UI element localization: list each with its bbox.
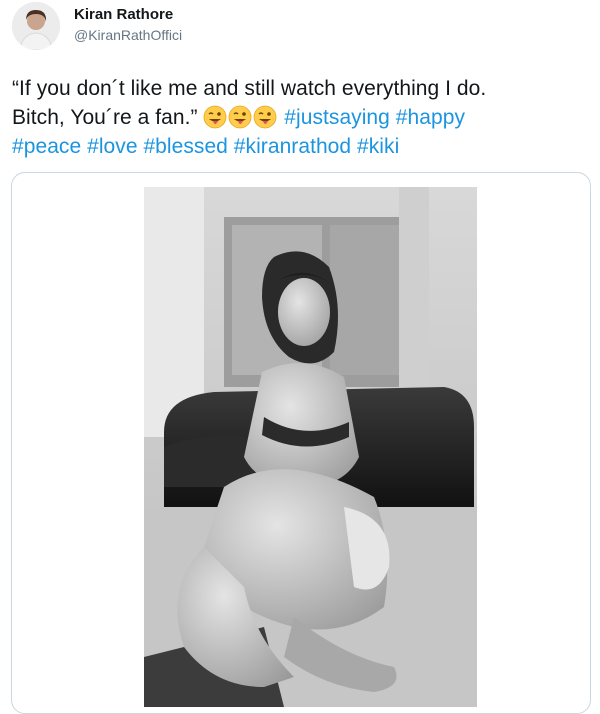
- media-card: [11, 172, 591, 714]
- hashtag-kiranrathod[interactable]: #kiranrathod: [234, 135, 351, 158]
- tweet-line-3: #peace #love #blessed #kiranrathod #kiki: [12, 132, 592, 161]
- tweet-photo[interactable]: [144, 187, 477, 707]
- tweet-text: “If you don´t like me and still watch ev…: [12, 74, 592, 161]
- winking-tongue-face-icon: [228, 105, 252, 129]
- tweet-line-1: “If you don´t like me and still watch ev…: [12, 77, 487, 100]
- hashtag-happy[interactable]: #happy: [396, 106, 465, 129]
- black-and-white-photo-icon: [144, 187, 477, 707]
- avatar[interactable]: [12, 2, 60, 50]
- tweet-text-fragment: Bitch, You´re a fan.”: [12, 106, 198, 129]
- hashtag-justsaying[interactable]: #justsaying: [284, 106, 390, 129]
- winking-tongue-face-icon: [253, 105, 277, 129]
- display-name[interactable]: Kiran Rathore: [74, 6, 182, 24]
- hashtag-blessed[interactable]: #blessed: [143, 135, 227, 158]
- user-identity: Kiran Rathore @KiranRathOffici: [74, 6, 182, 44]
- winking-tongue-face-icon: [203, 105, 227, 129]
- profile-avatar-icon: [12, 2, 60, 50]
- tweet: Kiran Rathore @KiranRathOffici “If you d…: [0, 0, 600, 714]
- user-handle: @KiranRathOffici: [74, 27, 183, 43]
- tweet-line-2: Bitch, You´re a fan.” #justsaying #happy: [12, 103, 592, 132]
- hashtag-peace[interactable]: #peace: [12, 135, 81, 158]
- hashtag-love[interactable]: #love: [87, 135, 137, 158]
- hashtag-kiki[interactable]: #kiki: [357, 135, 399, 158]
